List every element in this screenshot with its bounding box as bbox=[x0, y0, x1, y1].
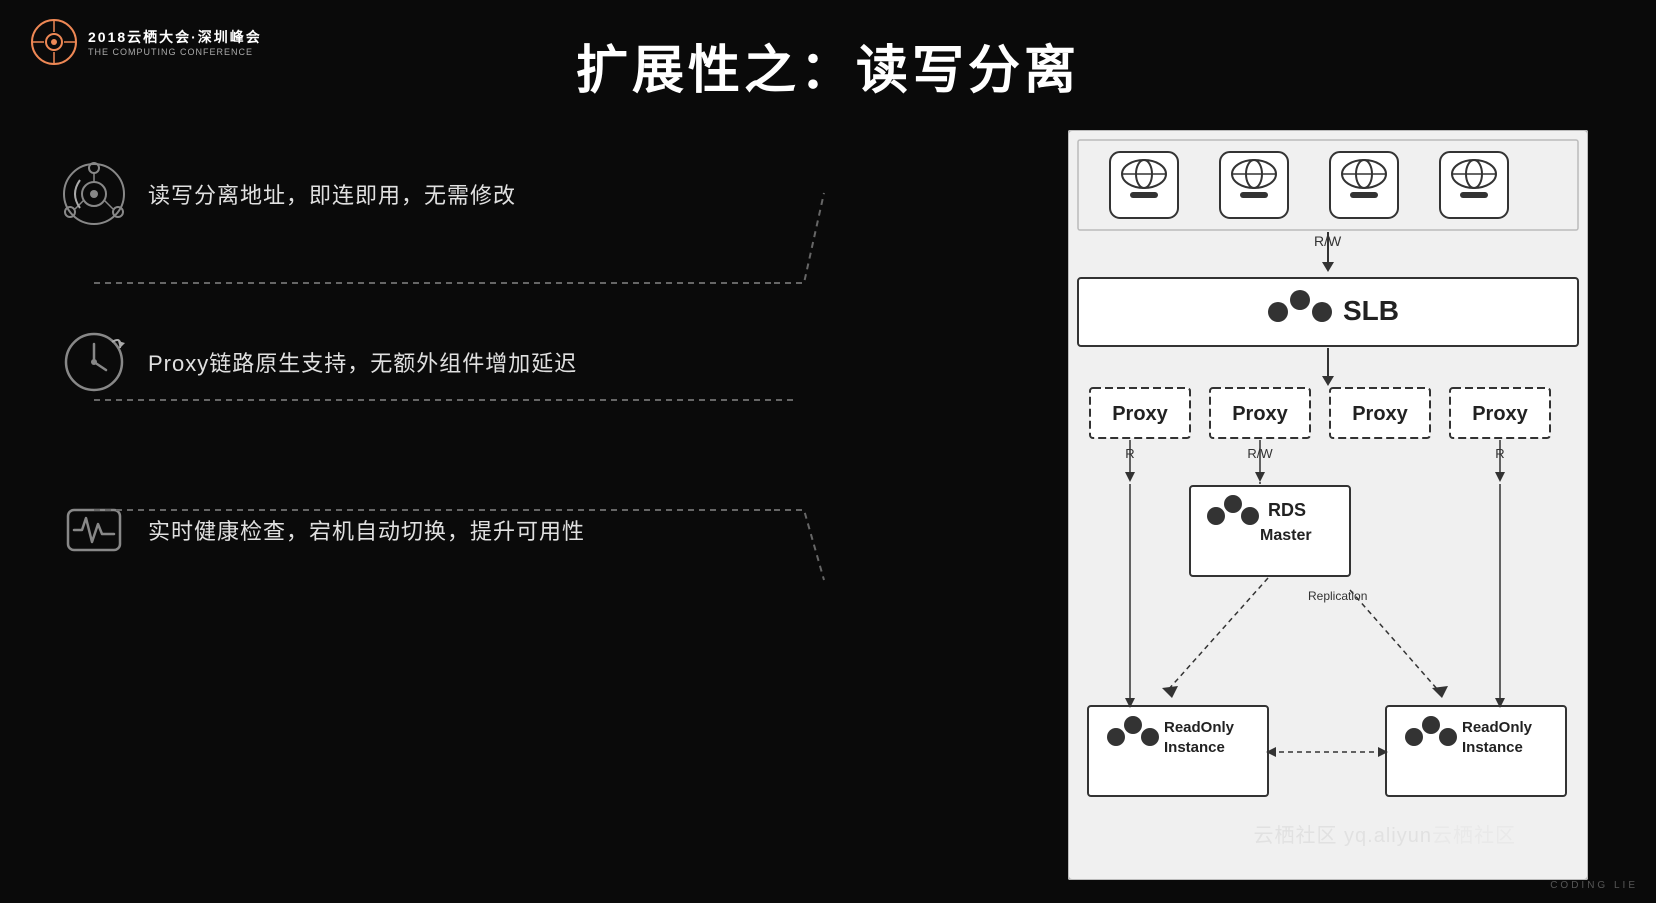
svg-text:Proxy: Proxy bbox=[1472, 403, 1528, 425]
svg-text:Instance: Instance bbox=[1164, 739, 1225, 756]
svg-text:Proxy: Proxy bbox=[1352, 403, 1408, 425]
bullet-text-1: 读写分离地址，即连即用，无需修改 bbox=[148, 178, 516, 210]
bullet-text-2: Proxy链路原生支持，无额外组件增加延迟 bbox=[148, 346, 577, 378]
svg-text:Instance: Instance bbox=[1462, 739, 1523, 756]
dotted-line-3 bbox=[94, 500, 794, 540]
svg-text:Proxy: Proxy bbox=[1232, 403, 1288, 425]
connection-icon bbox=[60, 160, 128, 228]
architecture-diagram: R/W SLB Proxy Proxy Proxy Proxy R R/W R bbox=[1068, 130, 1588, 870]
svg-text:SLB: SLB bbox=[1343, 295, 1399, 326]
coding-lie-watermark: CODING LIE bbox=[1550, 880, 1638, 891]
bullet-item-2: Proxy链路原生支持，无额外组件增加延迟 bbox=[60, 328, 810, 396]
svg-text:ReadOnly: ReadOnly bbox=[1462, 719, 1533, 736]
dotted-line-1 bbox=[94, 273, 824, 313]
clock-icon bbox=[60, 328, 128, 396]
bullet-item-1: 读写分离地址，即连即用，无需修改 bbox=[60, 160, 810, 228]
svg-text:Master: Master bbox=[1260, 527, 1312, 544]
page-title: 扩展性之：读写分离 bbox=[0, 28, 1656, 103]
diagram-svg: R/W SLB Proxy Proxy Proxy Proxy R R/W R bbox=[1068, 130, 1588, 880]
svg-text:RDS: RDS bbox=[1268, 500, 1306, 520]
svg-text:Proxy: Proxy bbox=[1112, 403, 1168, 425]
svg-text:ReadOnly: ReadOnly bbox=[1164, 719, 1235, 736]
dotted-line-2 bbox=[94, 390, 824, 430]
svg-text:Replication: Replication bbox=[1308, 589, 1367, 603]
